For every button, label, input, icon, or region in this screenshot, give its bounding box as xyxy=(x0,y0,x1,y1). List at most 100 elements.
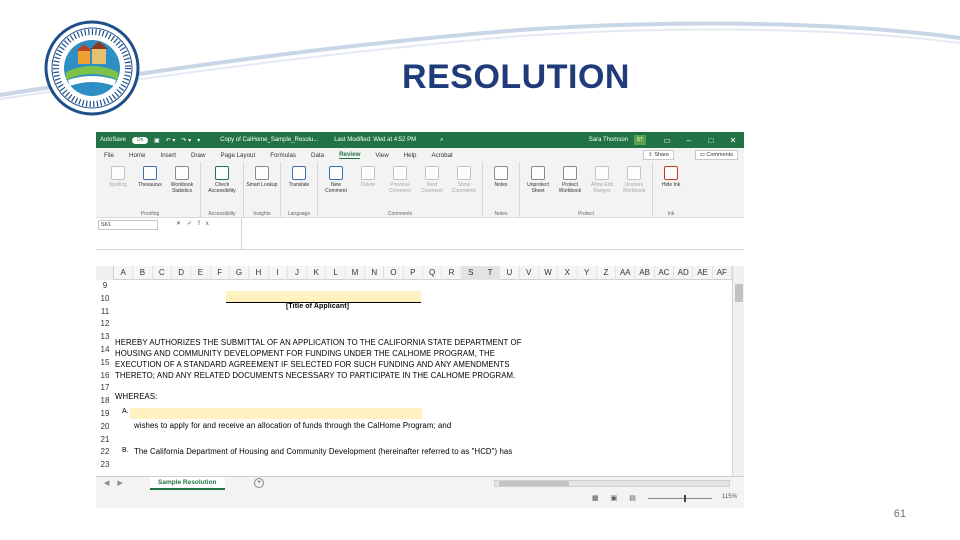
hide-ink-button[interactable]: Hide Ink xyxy=(655,162,687,218)
column-header[interactable]: K xyxy=(307,266,327,280)
column-header[interactable]: N xyxy=(365,266,385,280)
item-a-text[interactable]: wishes to apply for and receive an alloc… xyxy=(134,421,451,430)
row-header[interactable]: 17 xyxy=(96,382,114,393)
workbook-statistics-button[interactable]: Workbook Statistics xyxy=(166,162,198,218)
tab-view[interactable]: View xyxy=(375,152,388,159)
title-of-applicant-cell[interactable]: [Title of Applicant] xyxy=(286,303,349,310)
translate-button[interactable]: Translate xyxy=(283,162,315,218)
save-icon[interactable]: ▣ xyxy=(154,137,160,144)
authorize-line-2[interactable]: HOUSING AND COMMUNITY DEVELOPMENT FOR FU… xyxy=(115,349,495,358)
formula-input[interactable] xyxy=(241,218,744,250)
item-b-text[interactable]: The California Department of Housing and… xyxy=(134,447,512,456)
column-header[interactable]: V xyxy=(520,266,539,280)
ribbon-display-icon[interactable]: ▭ xyxy=(656,136,678,145)
whereas-cell[interactable]: WHEREAS: xyxy=(115,392,157,401)
share-button[interactable]: ⇪ Share xyxy=(643,150,674,160)
unshare-workbook-button[interactable]: Unshare Workbook xyxy=(618,162,650,218)
item-a-letter[interactable]: A. xyxy=(122,408,129,415)
sheet-tab-sample-resolution[interactable]: Sample Resolution xyxy=(150,477,225,490)
tab-review[interactable]: Review xyxy=(339,151,361,159)
column-header[interactable]: AA xyxy=(616,266,636,280)
maximize-icon[interactable]: □ xyxy=(700,136,722,145)
horizontal-scrollbar[interactable] xyxy=(494,480,730,487)
column-header[interactable]: U xyxy=(500,266,520,280)
smart-lookup-button[interactable]: Smart Lookup xyxy=(246,162,278,218)
column-header[interactable]: AB xyxy=(635,266,655,280)
cancel-icon[interactable]: ✕ xyxy=(176,221,187,227)
row-header[interactable]: 10 xyxy=(96,293,114,304)
unprotect-sheet-button[interactable]: Unprotect Sheet xyxy=(522,162,554,218)
row-header[interactable]: 16 xyxy=(96,370,114,381)
row-header[interactable]: 11 xyxy=(96,306,114,317)
view-mode-icons[interactable]: ▦▣▤ xyxy=(592,494,648,502)
row-header[interactable]: 18 xyxy=(96,395,114,406)
tab-home[interactable]: Home xyxy=(129,152,146,159)
tab-acrobat[interactable]: Acrobat xyxy=(431,152,452,159)
undo-icon[interactable]: ↶ ▾ xyxy=(166,137,176,144)
protect-workbook-button[interactable]: Protect Workbook xyxy=(554,162,586,218)
search-icon[interactable]: ⌕ xyxy=(440,137,443,144)
item-a-fill-cell[interactable] xyxy=(130,408,422,419)
column-header[interactable]: AD xyxy=(674,266,694,280)
name-box[interactable]: S61 xyxy=(98,220,158,230)
row-header[interactable]: 14 xyxy=(96,344,114,355)
notes-button[interactable]: Notes xyxy=(485,162,517,218)
sheet-nav-arrows-icon[interactable]: ◀▶ xyxy=(104,479,131,487)
zoom-slider[interactable] xyxy=(648,495,712,502)
autosave-toggle[interactable]: On xyxy=(132,136,149,144)
previous-comment-button[interactable]: Previous Comment xyxy=(384,162,416,218)
zoom-knob[interactable] xyxy=(684,495,686,502)
item-b-letter[interactable]: B. xyxy=(122,447,129,454)
row-header[interactable]: 20 xyxy=(96,421,114,432)
horizontal-scroll-thumb[interactable] xyxy=(499,481,569,486)
column-header[interactable]: G xyxy=(230,266,250,280)
tab-page-layout[interactable]: Page Layout xyxy=(220,152,255,159)
column-header[interactable]: J xyxy=(288,266,308,280)
tab-draw[interactable]: Draw xyxy=(191,152,205,159)
vertical-scrollbar[interactable] xyxy=(732,266,744,476)
column-header[interactable]: I xyxy=(269,266,288,280)
tab-file[interactable]: File xyxy=(104,152,114,159)
row-header[interactable]: 9 xyxy=(96,280,114,291)
column-header[interactable]: D xyxy=(172,266,192,280)
redo-icon[interactable]: ↷ ▾ xyxy=(181,137,191,144)
new-comment-button[interactable]: New Comment xyxy=(320,162,352,218)
check-accessibility-button[interactable]: Check Accessibility xyxy=(203,162,241,218)
column-header[interactable]: M xyxy=(346,266,366,280)
tab-formulas[interactable]: Formulas xyxy=(270,152,296,159)
enter-icon[interactable]: ✓ xyxy=(187,221,198,227)
column-header[interactable]: R xyxy=(442,266,462,280)
tab-insert[interactable]: Insert xyxy=(161,152,176,159)
avatar[interactable]: ST xyxy=(634,135,646,145)
row-header[interactable]: 19 xyxy=(96,408,114,419)
column-header[interactable]: Y xyxy=(578,266,597,280)
zoom-level[interactable]: 115% xyxy=(722,494,737,500)
column-header[interactable]: Q xyxy=(423,266,443,280)
column-header[interactable]: B xyxy=(133,266,153,280)
column-header[interactable]: P xyxy=(404,266,423,280)
column-header[interactable]: T xyxy=(480,266,501,280)
insert-function-icon[interactable]: fx xyxy=(198,221,215,227)
authorize-line-1[interactable]: HEREBY AUTHORIZES THE SUBMITTAL OF AN AP… xyxy=(115,338,522,347)
column-header[interactable]: AF xyxy=(713,266,732,280)
row-header[interactable]: 12 xyxy=(96,318,114,329)
column-header[interactable]: H xyxy=(249,266,269,280)
next-comment-button[interactable]: Next Comment xyxy=(416,162,448,218)
vertical-scroll-thumb[interactable] xyxy=(735,284,743,302)
thesaurus-button[interactable]: Thesaurus xyxy=(134,162,166,218)
column-header[interactable]: A xyxy=(114,266,134,280)
row-header[interactable]: 15 xyxy=(96,357,114,368)
worksheet-grid[interactable]: [Title of Applicant] HEREBY AUTHORIZES T… xyxy=(114,280,732,475)
authorize-line-4[interactable]: THERETO; AND ANY RELATED DOCUMENTS NECES… xyxy=(115,371,515,380)
applicant-fill-cell[interactable] xyxy=(226,291,421,302)
row-header[interactable]: 21 xyxy=(96,434,114,445)
column-header[interactable]: E xyxy=(191,266,211,280)
column-header[interactable]: AC xyxy=(655,266,675,280)
add-sheet-icon[interactable]: + xyxy=(254,478,264,488)
column-header[interactable]: X xyxy=(558,266,578,280)
tab-data[interactable]: Data xyxy=(311,152,324,159)
close-icon[interactable]: ✕ xyxy=(722,136,744,145)
row-header[interactable]: 22 xyxy=(96,446,114,457)
column-header[interactable]: AE xyxy=(693,266,713,280)
spelling-button[interactable]: Spelling xyxy=(102,162,134,218)
